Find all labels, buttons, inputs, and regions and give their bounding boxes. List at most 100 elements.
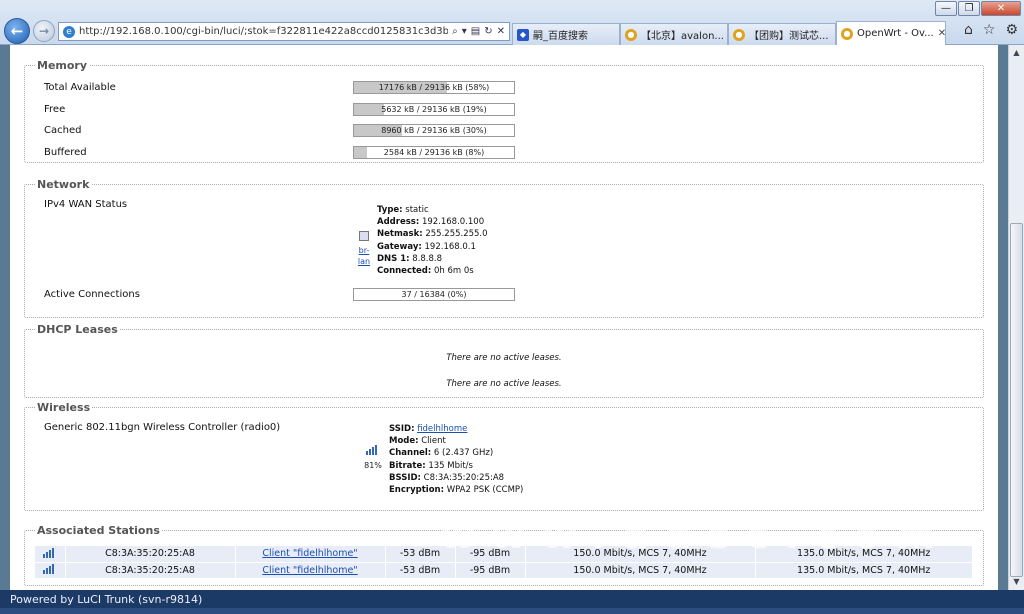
minimize-button[interactable]: — [935, 1, 957, 16]
wireless-legend: Wireless [37, 401, 91, 414]
powered-by-text: Powered by LuCI Trunk (svn-r9814) [10, 593, 203, 606]
tab-openwrt[interactable]: ● OpenWrt - Ov... ✕ [836, 21, 946, 45]
network-interface-icon [359, 231, 369, 241]
tab-label: 【北京】avalon... [641, 31, 724, 42]
station-signal-icon-cell [35, 561, 66, 578]
station-host-link[interactable]: Client "fidelhlhome" [262, 565, 357, 576]
baidu-icon: ◆ [517, 28, 529, 41]
scroll-down-icon[interactable]: ▼ [1009, 574, 1024, 590]
memory-free-label: Free [44, 104, 66, 115]
back-button[interactable]: ← [4, 18, 30, 44]
active-connections-bar: 37 / 16384 (0%) [353, 288, 515, 301]
signal-strength-icon [42, 547, 57, 558]
home-icon[interactable]: ⌂ [964, 22, 973, 38]
memory-buffered-label: Buffered [44, 147, 87, 158]
watermark-text: www.ddsc.com [440, 513, 952, 557]
wireless-device-label: Generic 802.11bgn Wireless Controller (r… [44, 422, 281, 433]
iface-name-line2[interactable]: lan [358, 257, 370, 266]
dropdown-icon[interactable]: ▾ [462, 26, 467, 37]
memory-free-value: 5632 kB / 29136 kB (19%) [381, 105, 487, 114]
bitrate-key: Bitrate: [389, 460, 426, 471]
memory-cached-value: 8960 kB / 29136 kB (30%) [381, 126, 487, 135]
active-connections-label: Active Connections [44, 289, 140, 300]
bssid-key: BSSID: [389, 472, 421, 483]
site-icon: ● [841, 27, 853, 40]
memory-total-bar: 17176 kB / 29136 kB (58%) [353, 81, 515, 94]
wireless-section: Wireless Generic 802.11bgn Wireless Cont… [24, 401, 984, 511]
station-host-link[interactable]: Client "fidelhlhome" [262, 548, 357, 559]
wireless-signal: 81% [361, 444, 385, 471]
ssid-link[interactable]: fidelhlhome [417, 424, 467, 434]
search-icon[interactable]: ⌕ [452, 26, 458, 37]
channel-key: Channel: [389, 448, 432, 459]
close-tab-icon[interactable]: ✕ [934, 28, 945, 39]
mode-value: Client [421, 436, 446, 447]
back-arrow-icon: ← [10, 22, 24, 40]
site-icon: ● [625, 28, 637, 41]
signal-strength-icon [366, 444, 380, 455]
bssid-value: C8:3A:35:20:25:A8 [423, 472, 505, 483]
close-window-button[interactable]: ✕ [981, 1, 1021, 16]
ssid-key: SSID: [389, 424, 415, 434]
tab-group-buy[interactable]: ● 【团购】测试芯... [728, 23, 836, 45]
wan-connected-key: Connected: [377, 266, 432, 277]
station-mac: C8:3A:35:20:25:A8 [65, 561, 236, 578]
wan-dns-key: DNS 1: [377, 253, 410, 264]
signal-strength-icon [42, 563, 57, 575]
wan-gateway-key: Gateway: [377, 241, 422, 252]
wan-type-value: static [405, 205, 429, 215]
status-page: Memory Total Available 17176 kB / 29136 … [10, 45, 998, 590]
browser-tools: ⌂ ☆ ⚙ [964, 22, 1018, 38]
wan-status-label: IPv4 WAN Status [44, 199, 128, 210]
scroll-up-icon[interactable]: ▲ [1009, 45, 1024, 61]
wireless-details: SSID: fidelhlhome Mode: Client Channel: … [389, 423, 523, 496]
wan-gateway-value: 192.168.0.1 [424, 241, 476, 252]
wan-dns-value: 8.8.8.8 [412, 253, 443, 264]
memory-buffered-value: 2584 kB / 29136 kB (8%) [383, 148, 485, 157]
dhcp6-message: There are no active leases. [446, 379, 562, 389]
maximize-button[interactable]: ❐ [958, 1, 980, 16]
wan-netmask-value: 255.255.255.0 [425, 229, 488, 240]
table-row: C8:3A:35:20:25:A8 Client "fidelhlhome" -… [35, 561, 973, 578]
address-url[interactable]: http://192.168.0.100/cgi-bin/luci/;stok=… [79, 26, 448, 37]
stations-legend: Associated Stations [37, 524, 160, 537]
compat-view-icon[interactable]: ▤ [471, 26, 480, 37]
tab-label: OpenWrt - Ov... [857, 28, 934, 39]
wan-address-key: Address: [377, 217, 420, 228]
mode-key: Mode: [389, 436, 419, 447]
tab-baidu[interactable]: ◆ 嗣_百度搜索 [512, 23, 620, 45]
tab-beijing[interactable]: ● 【北京】avalon... [620, 23, 728, 45]
ie-page-icon: e [63, 25, 75, 38]
station-rx-rate: 150.0 Mbit/s, MCS 7, 40MHz [525, 561, 756, 578]
refresh-icon[interactable]: ↻ [484, 26, 492, 37]
memory-cached-bar: 8960 kB / 29136 kB (30%) [353, 124, 515, 137]
station-noise: -95 dBm [455, 561, 526, 578]
network-legend: Network [37, 178, 90, 191]
memory-total-label: Total Available [44, 82, 116, 93]
iface-name-line1[interactable]: br- [359, 246, 370, 255]
os-taskbar [0, 608, 1024, 614]
memory-buffered-bar: 2584 kB / 29136 kB (8%) [353, 146, 515, 159]
wan-interface[interactable]: br- lan [356, 231, 372, 267]
wan-details: Type: static Address: 192.168.0.100 Netm… [377, 204, 488, 277]
vertical-scrollbar[interactable]: ▲ ▼ [1008, 45, 1024, 590]
wan-connected-value: 0h 6m 0s [434, 266, 474, 277]
tab-label: 嗣_百度搜索 [533, 31, 588, 42]
browser-chrome: — ❐ ✕ ← → e http://192.168.0.100/cgi-bin… [0, 0, 1024, 45]
address-controls: ⌕ ▾ ▤ ↻ ✕ [448, 26, 509, 37]
dhcp-message: There are no active leases. [446, 353, 562, 363]
scrollbar-thumb[interactable] [1010, 223, 1023, 577]
tab-label: 【团购】测试芯... [749, 31, 829, 42]
station-tx-rate: 135.0 Mbit/s, MCS 7, 40MHz [755, 561, 973, 578]
forward-button[interactable]: → [33, 20, 55, 42]
favorites-icon[interactable]: ☆ [983, 22, 996, 38]
site-icon: ● [733, 28, 745, 41]
encryption-key: Encryption: [389, 485, 444, 496]
forward-arrow-icon: → [38, 24, 50, 38]
settings-gear-icon[interactable]: ⚙ [1005, 22, 1018, 38]
stop-icon[interactable]: ✕ [497, 26, 505, 37]
bitrate-value: 135 Mbit/s [428, 460, 473, 471]
signal-percent: 81% [364, 461, 382, 470]
memory-legend: Memory [37, 59, 88, 72]
address-bar[interactable]: e http://192.168.0.100/cgi-bin/luci/;sto… [58, 22, 510, 41]
